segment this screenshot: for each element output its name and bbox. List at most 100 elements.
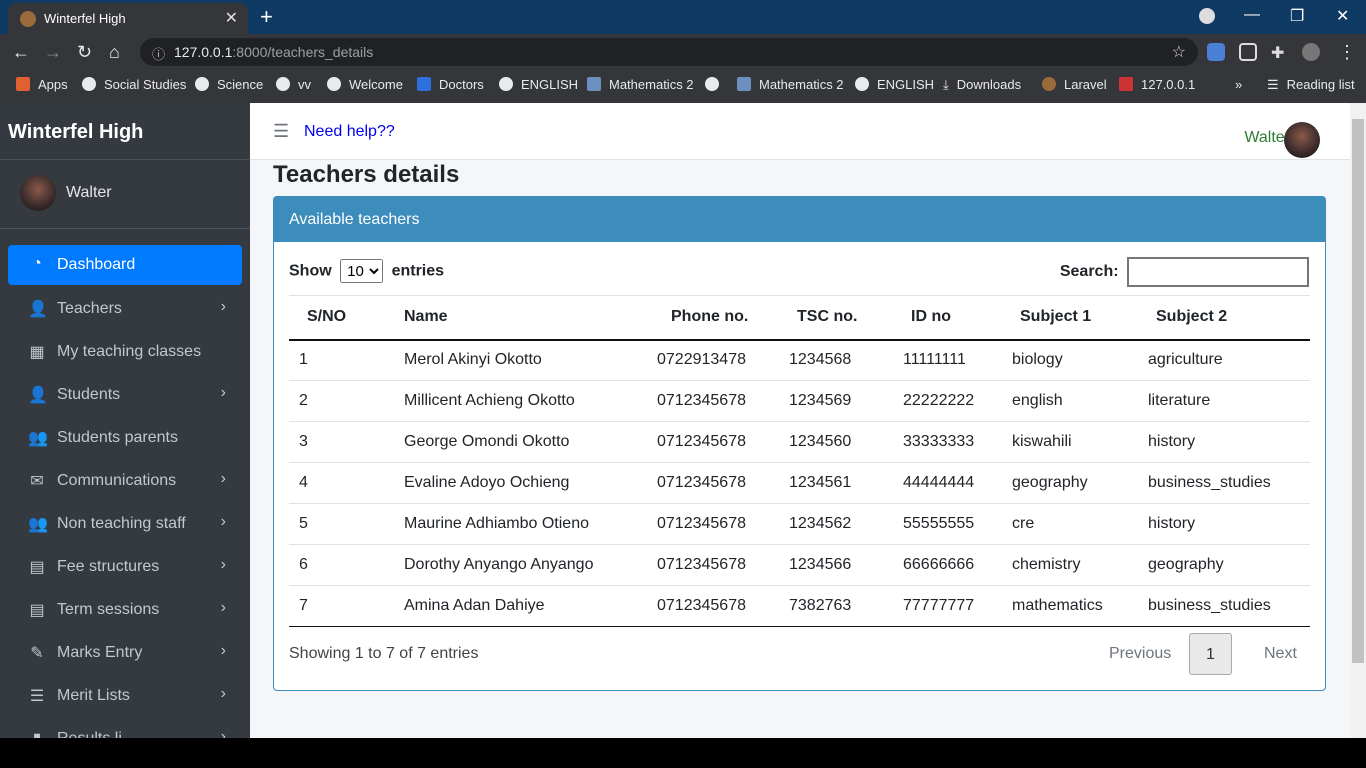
- sidebar-item-communications[interactable]: ✉ Communications ›: [8, 460, 242, 503]
- table-cell: literature: [1138, 380, 1310, 422]
- globe-icon: [499, 77, 513, 91]
- site-info-icon[interactable]: ⓘ: [152, 44, 165, 63]
- table-cell: 7: [289, 585, 394, 627]
- back-icon[interactable]: ←: [12, 42, 30, 63]
- restore-icon[interactable]: ❐: [1290, 6, 1304, 26]
- reading-list[interactable]: ☰ Reading list: [1267, 77, 1355, 93]
- sidebar-item-dashboard[interactable]: ◔ Dashboard: [8, 245, 242, 285]
- column-header-subject1[interactable]: Subject 1: [1002, 295, 1138, 341]
- app-page: Winterfel High Walter ◔ Dashboard 👤 Teache…: [0, 103, 1366, 738]
- sidebar-user[interactable]: Walter: [20, 175, 112, 211]
- cube-extension-icon[interactable]: [1239, 43, 1257, 61]
- table-row[interactable]: 4 Evaline Adoyo Ochieng 0712345678 1234561 4…: [289, 462, 1310, 504]
- bookmark-item[interactable]: ⤓ Downloads: [943, 77, 1021, 93]
- card-title: Available teachers: [274, 197, 1325, 242]
- page-1-button[interactable]: 1: [1189, 633, 1232, 675]
- entries-select[interactable]: 10: [340, 259, 384, 283]
- minimize-icon[interactable]: —: [1244, 6, 1260, 24]
- window-close-icon[interactable]: ✕: [1336, 6, 1349, 26]
- bookmark-star-icon[interactable]: ☆: [1172, 42, 1186, 62]
- table-cell: 22222222: [893, 380, 1002, 422]
- chevron-right-icon: ›: [220, 298, 226, 315]
- url-input[interactable]: ⓘ 127.0.0.1:8000/teachers_details ☆: [140, 38, 1198, 66]
- column-header-sno[interactable]: S/NO: [289, 295, 394, 341]
- home-icon[interactable]: ⌂: [109, 42, 120, 63]
- bookmark-item[interactable]: Doctors: [417, 77, 484, 92]
- address-bar-row: ← → ↻ ⌂ ⓘ 127.0.0.1:8000/teachers_detail…: [0, 34, 1366, 70]
- profile-avatar-icon[interactable]: [1302, 43, 1320, 61]
- next-button[interactable]: Next: [1264, 645, 1297, 663]
- need-help-link[interactable]: Need help??: [304, 123, 395, 141]
- bookmark-item[interactable]: Laravel: [1042, 77, 1107, 92]
- tab-title: Winterfel High: [44, 11, 126, 26]
- reload-icon[interactable]: ↻: [77, 42, 92, 63]
- hamburger-menu-icon[interactable]: ☰: [273, 121, 289, 142]
- bookmark-item[interactable]: Mathematics 2: [587, 77, 694, 92]
- browser-tab[interactable]: Winterfel High ✕: [8, 3, 248, 34]
- table-row[interactable]: 1 Merol Akinyi Okotto 0722913478 1234568 111…: [289, 339, 1310, 381]
- table-cell: geography: [1138, 544, 1310, 586]
- scrollbar-thumb[interactable]: [1352, 119, 1364, 663]
- extensions-puzzle-icon[interactable]: ✚: [1271, 43, 1289, 62]
- translate-extension-icon[interactable]: [1207, 43, 1225, 61]
- column-header-subject2[interactable]: Subject 2: [1138, 295, 1310, 341]
- previous-button[interactable]: Previous: [1109, 645, 1171, 663]
- column-header-id[interactable]: ID no: [893, 295, 1002, 341]
- sidebar-item-term-sessions[interactable]: ▤ Term sessions ›: [8, 589, 242, 632]
- sidebar-item-teachers[interactable]: 👤 Teachers ›: [8, 288, 242, 331]
- table-info: Showing 1 to 7 of 7 entries: [289, 645, 479, 662]
- table-icon: ▤: [29, 602, 45, 619]
- sidebar-item-students-parents[interactable]: 👥 Students parents: [8, 417, 242, 460]
- table-cell: 0712345678: [647, 462, 779, 504]
- top-navbar: ☰ Need help?? Walter: [250, 103, 1350, 160]
- sidebar-item-non-teaching-staff[interactable]: 👥 Non teaching staff ›: [8, 503, 242, 546]
- column-header-tsc[interactable]: TSC no.: [779, 295, 893, 341]
- bookmarks-bar: Apps Social Studies Science vv Welcome D…: [0, 70, 1366, 103]
- sidebar-item-merit-lists[interactable]: ☰ Merit Lists ›: [8, 675, 242, 718]
- bookmark-item[interactable]: 127.0.0.1: [1119, 77, 1195, 92]
- bookmark-item[interactable]: Welcome: [327, 77, 403, 92]
- table-cell: 1: [289, 339, 394, 381]
- table-row[interactable]: 2 Millicent Achieng Okotto 0712345678 12345…: [289, 380, 1310, 422]
- table-cell: 11111111: [893, 339, 1002, 381]
- sidebar-item-results[interactable]: ▮Results li...›: [8, 718, 242, 738]
- table-cell: 2: [289, 380, 394, 422]
- page-scrollbar[interactable]: [1350, 103, 1366, 738]
- sidebar-item-fee-structures[interactable]: ▤ Fee structures ›: [8, 546, 242, 589]
- page-title: Teachers details: [273, 161, 460, 188]
- sidebar-item-students[interactable]: 👤 Students ›: [8, 374, 242, 417]
- table-cell: business_studies: [1138, 585, 1310, 627]
- table-cell: 3: [289, 421, 394, 463]
- avatar[interactable]: [1284, 122, 1320, 158]
- column-header-phone[interactable]: Phone no.: [647, 295, 779, 341]
- bookmarks-overflow-icon[interactable]: »: [1235, 77, 1242, 92]
- column-header-name[interactable]: Name: [394, 295, 647, 341]
- bookmark-item[interactable]: Science: [195, 77, 263, 92]
- table-row[interactable]: 6 Dorothy Anyango Anyango 0712345678 123456…: [289, 544, 1310, 586]
- search-input[interactable]: [1127, 257, 1309, 287]
- sidebar-item-marks-entry[interactable]: ✎ Marks Entry ›: [8, 632, 242, 675]
- forward-icon[interactable]: →: [44, 42, 62, 63]
- browser-chrome: Winterfel High ✕ + — ❐ ✕ ← → ↻ ⌂ ⓘ 127.0…: [0, 0, 1366, 103]
- user-icon: 👤: [28, 387, 48, 404]
- envelope-icon: ✉: [30, 473, 44, 490]
- dashboard-icon: ◔: [32, 255, 42, 272]
- sidebar-item-my-teaching-classes[interactable]: ▦ My teaching classes: [8, 331, 242, 374]
- bookmark-item[interactable]: [705, 77, 727, 92]
- new-tab-icon[interactable]: +: [260, 4, 273, 30]
- profile-menu-icon[interactable]: [1199, 8, 1215, 24]
- bookmark-item[interactable]: ENGLISH: [499, 77, 578, 92]
- bookmark-item[interactable]: vv: [276, 77, 311, 92]
- table-row[interactable]: 5 Maurine Adhiambo Otieno 0712345678 123456…: [289, 503, 1310, 545]
- bookmark-apps[interactable]: Apps: [16, 77, 68, 92]
- brand-title[interactable]: Winterfel High: [8, 121, 143, 144]
- close-tab-icon[interactable]: ✕: [225, 8, 238, 28]
- bookmark-item[interactable]: ENGLISH: [855, 77, 934, 92]
- table-row[interactable]: 3 George Omondi Okotto 0712345678 1234560 33…: [289, 421, 1310, 463]
- browser-menu-icon[interactable]: ⋮: [1338, 42, 1356, 63]
- table-row[interactable]: 7 Amina Adan Dahiye 0712345678 7382763 77777…: [289, 585, 1310, 627]
- bookmark-item[interactable]: Social Studies: [82, 77, 186, 92]
- table-cell: cre: [1002, 503, 1138, 545]
- users-icon: 👥: [28, 516, 48, 533]
- bookmark-item[interactable]: Mathematics 2: [737, 77, 844, 92]
